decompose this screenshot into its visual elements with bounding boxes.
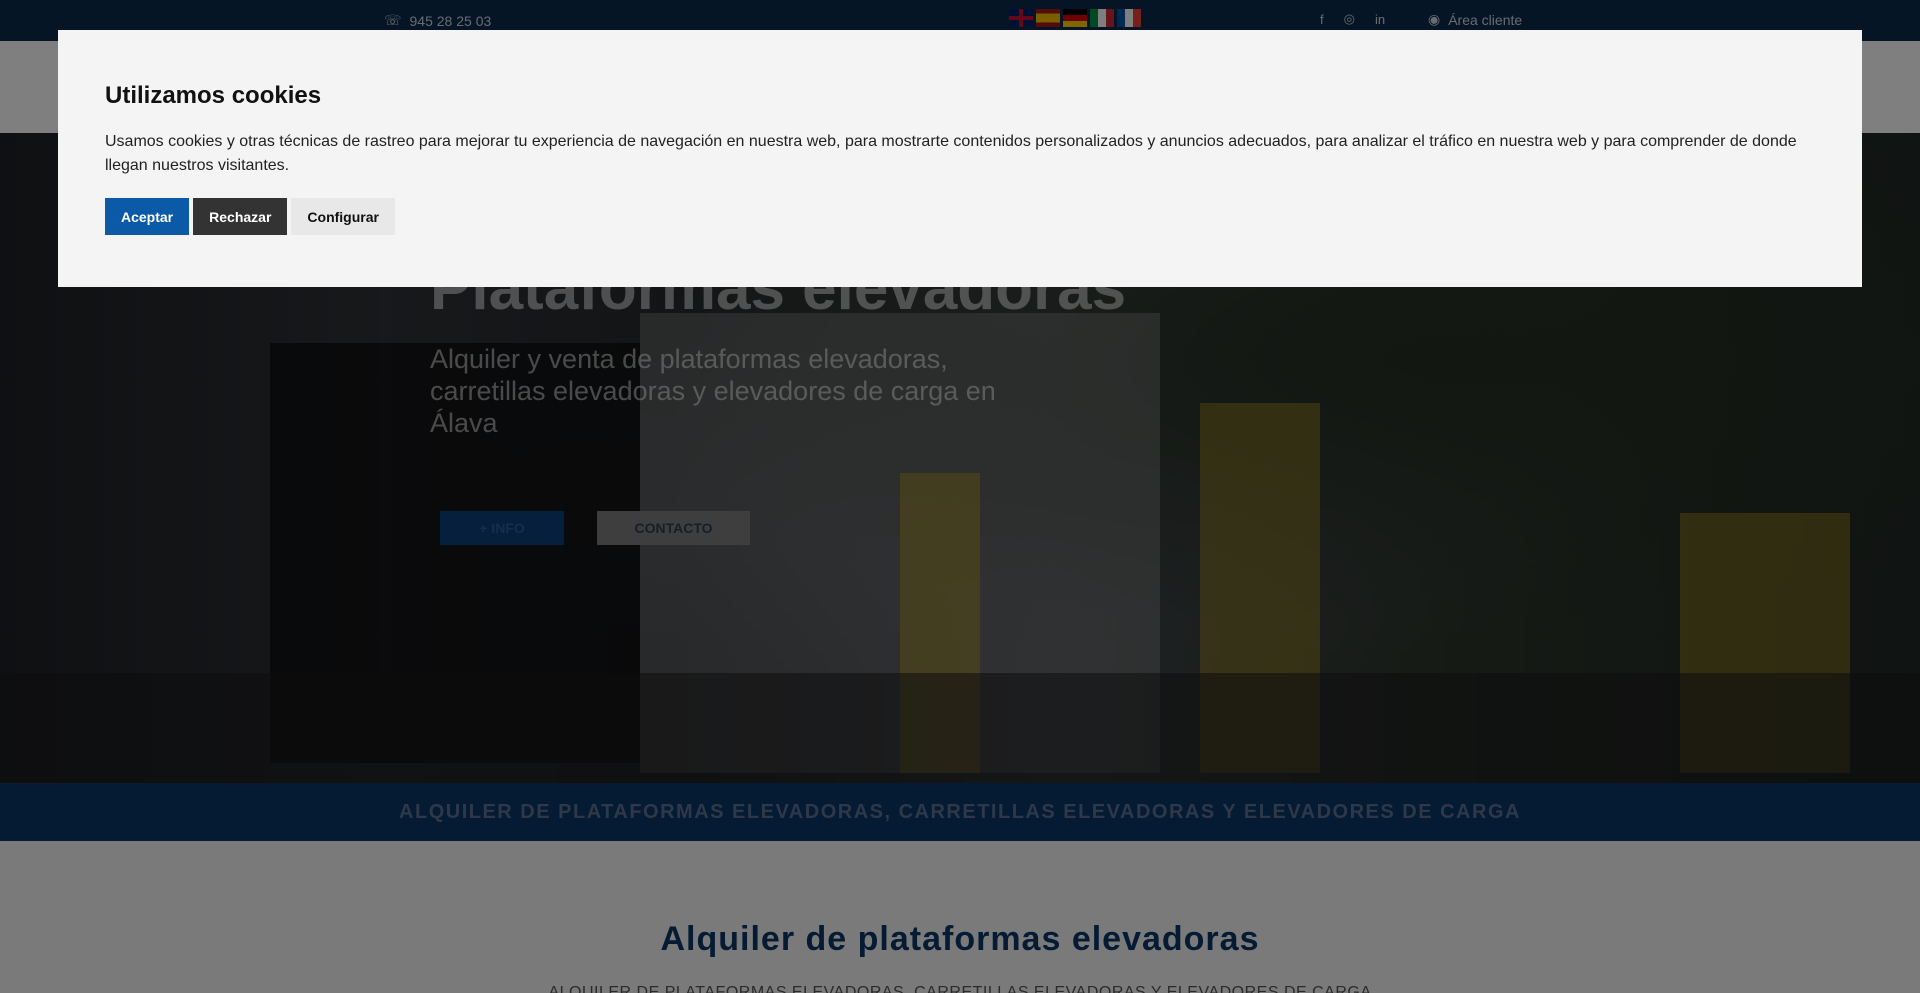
cookie-text: Usamos cookies y otras técnicas de rastr… — [105, 133, 1797, 174]
configure-cookies-button[interactable]: Configurar — [291, 198, 395, 235]
cookie-actions: Aceptar Rechazar Configurar — [105, 198, 1815, 235]
accept-cookies-button[interactable]: Aceptar — [105, 198, 190, 235]
reject-cookies-button[interactable]: Rechazar — [193, 198, 288, 235]
cookie-title: Utilizamos cookies — [105, 82, 322, 109]
cookie-banner: Utilizamos cookies Usamos cookies y otra… — [58, 30, 1862, 287]
